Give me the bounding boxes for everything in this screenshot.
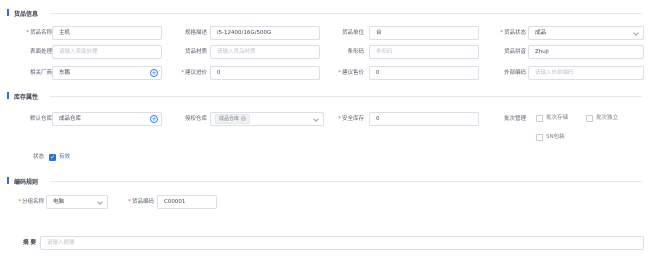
category-select[interactable]: 电脑	[46, 195, 108, 209]
status-select[interactable]: 成品	[528, 26, 644, 40]
state-value: 有效	[59, 154, 71, 160]
category-label: *分组名称	[18, 199, 44, 205]
material-input[interactable]: 请输入货品材质	[210, 45, 320, 59]
default-warehouse-input[interactable]: 成品仓库 +	[52, 112, 162, 126]
spec-label: 规格描述	[184, 30, 207, 36]
goods-code-label: *货品编码	[128, 199, 154, 205]
state-checkbox[interactable]: ✓	[49, 154, 56, 161]
batch-mgmt-label: 批次管理	[503, 116, 526, 122]
section-marker	[7, 92, 9, 99]
section-divider	[50, 96, 642, 97]
goods-name-input[interactable]: 主机	[52, 26, 162, 40]
auth-warehouse-select[interactable]: 成品仓库 ×	[210, 112, 324, 126]
ext-code-label: 外部编码	[503, 70, 526, 76]
vendor-input[interactable]: 东鹏 +	[52, 66, 162, 80]
batch-stock-label: 批次存储	[546, 115, 569, 121]
warehouse-tag: 成品仓库 ×	[215, 114, 251, 124]
surface-input[interactable]: 请输入表面处理	[52, 45, 162, 59]
spec-input[interactable]: i5-12400/16G/500G	[210, 26, 320, 40]
chevron-down-icon	[633, 30, 639, 36]
auth-warehouse-label: 授权仓库	[184, 116, 207, 122]
material-label: 货品材质	[184, 49, 207, 55]
batch-indep-label: 批次独立	[596, 115, 619, 121]
close-icon[interactable]: ×	[241, 116, 247, 121]
surface-label: 表面处理	[29, 49, 52, 55]
section-title-coding: 编码规则	[14, 179, 39, 186]
state-label: 状态	[32, 154, 44, 160]
summary-input[interactable]: 请输入摘要	[40, 236, 644, 250]
ext-code-input[interactable]: 请输入外部编码	[528, 66, 644, 80]
section-divider	[50, 181, 642, 182]
buy-price-label: *建议进价	[181, 70, 207, 76]
section-title-inventory: 库存属性	[14, 94, 39, 101]
sn-pack-checkbox[interactable]	[536, 134, 543, 141]
goods-code-input[interactable]: C00001	[157, 195, 217, 209]
unit-label: 货品单位	[341, 30, 364, 36]
batch-indep-checkbox[interactable]	[586, 115, 593, 122]
vendor-label: 相关厂商	[29, 70, 52, 76]
summary-label: 摘 要	[23, 240, 36, 246]
pinyin-input[interactable]: Zhuji	[528, 45, 644, 59]
section-title-goods-info: 货品信息	[14, 11, 39, 18]
sell-price-label: *建议售价	[338, 70, 364, 76]
sell-price-input[interactable]: 0	[369, 66, 479, 80]
default-warehouse-label: 默认仓库	[29, 116, 52, 122]
unit-input[interactable]: 台	[369, 26, 479, 40]
buy-price-input[interactable]: 0	[210, 66, 320, 80]
safe-stock-label: *安全库存	[338, 116, 364, 122]
status-label: *货品状态	[500, 30, 526, 36]
pinyin-label: 货品拼音	[503, 49, 526, 55]
sn-pack-label: SN包装	[546, 134, 565, 140]
section-marker	[7, 9, 9, 16]
section-divider	[50, 13, 642, 14]
safe-stock-input[interactable]: 0	[369, 112, 479, 126]
batch-stock-checkbox[interactable]	[536, 115, 543, 122]
barcode-input[interactable]: 条形码	[369, 45, 479, 59]
section-marker	[7, 177, 9, 184]
barcode-label: 条形码	[347, 49, 364, 55]
goods-name-label: *货品名称	[26, 30, 52, 36]
